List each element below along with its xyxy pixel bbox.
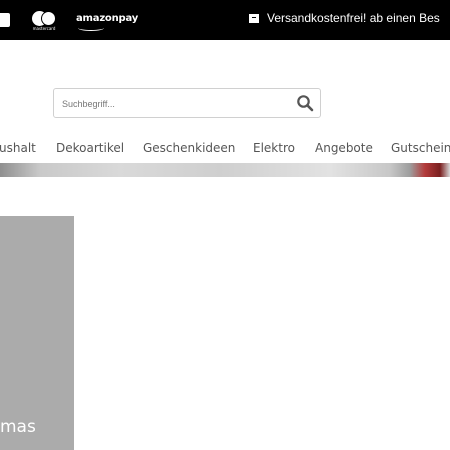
promo-tile[interactable] bbox=[0, 216, 74, 450]
search-input[interactable] bbox=[60, 93, 284, 115]
amazon-pay-icon: amazonpay bbox=[76, 13, 139, 31]
top-bar: mastercard amazonpay Versandkostenfrei! … bbox=[0, 0, 450, 40]
nav-item-haushalt[interactable]: ushalt bbox=[0, 141, 36, 155]
amazon-pay-label: amazonpay bbox=[76, 13, 139, 24]
shipping-text: Versandkostenfrei! ab einen Bes bbox=[267, 11, 440, 25]
mastercard-label: mastercard bbox=[32, 26, 56, 31]
search-icon[interactable] bbox=[296, 94, 314, 112]
nav-item-gutscheine[interactable]: Gutscheine bbox=[391, 141, 450, 155]
nav-item-dekoartikel[interactable]: Dekoartikel bbox=[56, 141, 124, 155]
hero-banner[interactable] bbox=[0, 163, 450, 177]
search-box bbox=[53, 88, 321, 118]
box-icon bbox=[249, 14, 259, 23]
card-icon bbox=[0, 13, 10, 27]
nav-item-angebote[interactable]: Angebote bbox=[315, 141, 373, 155]
page: mastercard amazonpay Versandkostenfrei! … bbox=[0, 0, 450, 450]
mastercard-circle-right bbox=[41, 11, 56, 26]
promo-tile-caption: mas bbox=[0, 417, 36, 437]
nav-item-elektro[interactable]: Elektro bbox=[253, 141, 295, 155]
shipping-info: Versandkostenfrei! ab einen Bes bbox=[249, 11, 440, 25]
nav-item-geschenkideen[interactable]: Geschenkideen bbox=[143, 141, 235, 155]
amazon-smile bbox=[78, 25, 104, 31]
mastercard-icon: mastercard bbox=[30, 11, 58, 33]
